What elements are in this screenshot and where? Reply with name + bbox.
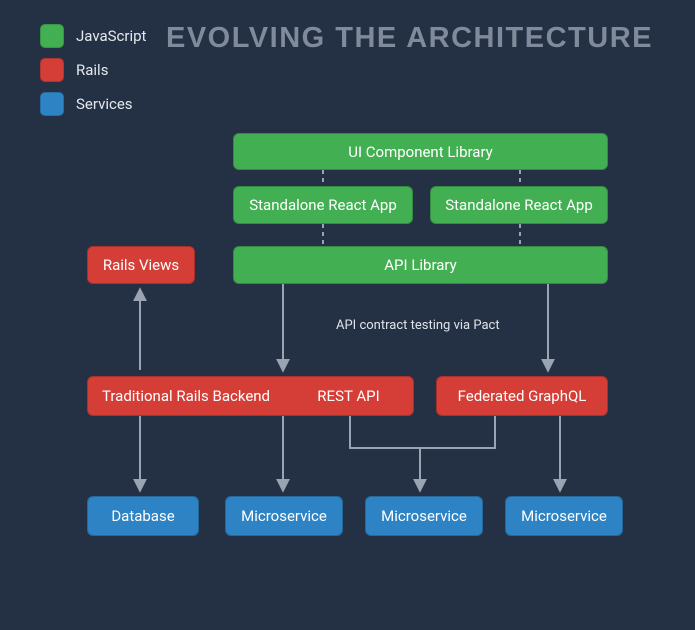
legend-item-javascript: JavaScript bbox=[40, 24, 146, 48]
box-microservice-3: Microservice bbox=[505, 496, 623, 536]
box-api-library: API Library bbox=[233, 246, 608, 284]
legend-label-services: Services bbox=[76, 95, 133, 113]
annotation-pact: API contract testing via Pact bbox=[336, 318, 500, 333]
box-rest-api: REST API bbox=[284, 376, 414, 416]
box-microservice-2: Microservice bbox=[365, 496, 483, 536]
legend-swatch-services bbox=[40, 92, 64, 116]
box-standalone-react-app-1: Standalone React App bbox=[233, 186, 413, 224]
box-microservice-1: Microservice bbox=[225, 496, 343, 536]
box-rails-views: Rails Views bbox=[87, 246, 195, 284]
box-database: Database bbox=[87, 496, 199, 536]
box-traditional-rails-backend: Traditional Rails Backend bbox=[87, 376, 284, 416]
box-standalone-react-app-2: Standalone React App bbox=[430, 186, 608, 224]
legend-item-services: Services bbox=[40, 92, 146, 116]
legend-item-rails: Rails bbox=[40, 58, 146, 82]
legend-swatch-javascript bbox=[40, 24, 64, 48]
legend-label-rails: Rails bbox=[76, 61, 108, 79]
diagram-title: EVOLVING THE ARCHITECTURE bbox=[166, 22, 653, 55]
legend-label-javascript: JavaScript bbox=[76, 27, 146, 45]
box-federated-graphql: Federated GraphQL bbox=[436, 376, 608, 416]
legend: JavaScript Rails Services bbox=[40, 24, 146, 126]
box-ui-component-library: UI Component Library bbox=[233, 133, 608, 170]
legend-swatch-rails bbox=[40, 58, 64, 82]
